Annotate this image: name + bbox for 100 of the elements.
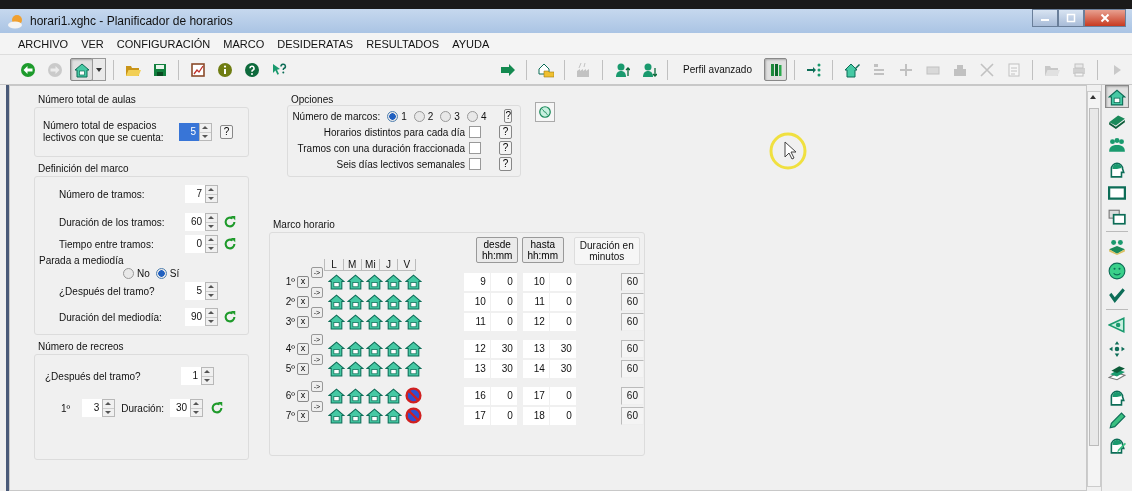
- hour-field[interactable]: 9: [462, 272, 490, 291]
- number-spinner[interactable]: 5: [185, 282, 218, 300]
- menu-item[interactable]: AYUDA: [452, 37, 490, 50]
- minute-field[interactable]: 30: [548, 339, 576, 358]
- clear-button[interactable]: x: [297, 342, 309, 355]
- hour-field[interactable]: 17: [521, 386, 549, 405]
- menu-item[interactable]: CONFIGURACIÓN: [116, 37, 211, 50]
- minute-field[interactable]: 0: [548, 292, 576, 311]
- menu-item[interactable]: MARCO: [223, 37, 265, 50]
- house-icon[interactable]: [346, 407, 364, 424]
- help-button[interactable]: ?: [504, 109, 512, 123]
- minute-field[interactable]: 0: [489, 406, 517, 425]
- house-icon[interactable]: [346, 293, 364, 310]
- dropdown-button[interactable]: [92, 58, 106, 81]
- checkbox[interactable]: [469, 142, 481, 154]
- house-icon[interactable]: [366, 387, 384, 404]
- close-button[interactable]: [1084, 9, 1126, 27]
- menu-item[interactable]: DESIDERATAS: [277, 37, 354, 50]
- globe-button[interactable]: [535, 102, 555, 122]
- house-icon[interactable]: [385, 273, 403, 290]
- minute-field[interactable]: 30: [489, 339, 517, 358]
- house-icon[interactable]: [366, 360, 384, 377]
- house-icon[interactable]: [346, 273, 364, 290]
- radio-option[interactable]: Sí: [155, 267, 180, 279]
- sidebar-button[interactable]: [1105, 85, 1129, 108]
- refresh-button[interactable]: [222, 214, 238, 230]
- clear-button[interactable]: x: [297, 275, 309, 288]
- checkbox[interactable]: [469, 126, 481, 138]
- hour-field[interactable]: 10: [521, 272, 549, 291]
- prohibited-icon[interactable]: [404, 387, 422, 404]
- minute-field[interactable]: 30: [489, 359, 517, 378]
- house-icon[interactable]: [385, 340, 403, 357]
- scrollbar[interactable]: [1087, 91, 1101, 487]
- maximize-button[interactable]: [1058, 9, 1084, 27]
- hour-field[interactable]: 11: [462, 312, 490, 331]
- minute-field[interactable]: 0: [489, 386, 517, 405]
- number-spinner[interactable]: 1: [181, 367, 214, 385]
- help-button[interactable]: ?: [499, 157, 512, 171]
- house-icon[interactable]: [404, 360, 422, 377]
- checkbox[interactable]: [469, 158, 481, 170]
- house-icon[interactable]: [404, 293, 422, 310]
- house-icon[interactable]: [327, 273, 345, 290]
- house-icon[interactable]: [327, 387, 345, 404]
- house-icon[interactable]: [385, 293, 403, 310]
- house-icon[interactable]: [346, 340, 364, 357]
- help-button[interactable]: ?: [220, 125, 233, 139]
- house-icon[interactable]: [346, 360, 364, 377]
- number-spinner[interactable]: 90: [185, 308, 218, 326]
- help-button[interactable]: ?: [499, 141, 512, 155]
- house-icon[interactable]: [404, 313, 422, 330]
- hour-field[interactable]: 13: [521, 339, 549, 358]
- hour-field[interactable]: 14: [521, 359, 549, 378]
- hour-field[interactable]: 17: [462, 406, 490, 425]
- house-icon[interactable]: [327, 313, 345, 330]
- minute-field[interactable]: 30: [548, 359, 576, 378]
- minute-field[interactable]: 0: [548, 312, 576, 331]
- hour-field[interactable]: 10: [462, 292, 490, 311]
- hour-field[interactable]: 12: [521, 312, 549, 331]
- house-icon[interactable]: [346, 313, 364, 330]
- minute-field[interactable]: 0: [548, 272, 576, 291]
- house-icon[interactable]: [404, 273, 422, 290]
- hour-field[interactable]: 12: [462, 339, 490, 358]
- number-spinner[interactable]: 60: [185, 213, 218, 231]
- hour-field[interactable]: 16: [462, 386, 490, 405]
- house-icon[interactable]: [327, 293, 345, 310]
- help-button[interactable]: ?: [499, 125, 512, 139]
- house-icon[interactable]: [327, 407, 345, 424]
- house-icon[interactable]: [385, 407, 403, 424]
- house-icon[interactable]: [385, 360, 403, 377]
- prohibited-icon[interactable]: [404, 407, 422, 424]
- column-header[interactable]: desde hh:mm: [476, 237, 518, 263]
- house-icon[interactable]: [404, 340, 422, 357]
- house-icon[interactable]: [385, 387, 403, 404]
- clear-button[interactable]: x: [297, 362, 309, 375]
- clear-button[interactable]: x: [297, 295, 309, 308]
- house-icon[interactable]: [366, 293, 384, 310]
- house-icon[interactable]: [366, 340, 384, 357]
- number-spinner[interactable]: 7: [185, 185, 218, 203]
- menu-item[interactable]: VER: [81, 37, 104, 50]
- hour-field[interactable]: 13: [462, 359, 490, 378]
- minute-field[interactable]: 0: [489, 292, 517, 311]
- house-icon[interactable]: [327, 360, 345, 377]
- minute-field[interactable]: 0: [548, 386, 576, 405]
- hour-field[interactable]: 11: [521, 292, 549, 311]
- minimize-button[interactable]: [1032, 9, 1058, 27]
- minute-field[interactable]: 0: [489, 312, 517, 331]
- toolbar-button[interactable]: [764, 58, 787, 81]
- refresh-button[interactable]: [222, 236, 238, 252]
- number-spinner[interactable]: 3: [82, 399, 116, 417]
- hour-field[interactable]: 18: [521, 406, 549, 425]
- menu-item[interactable]: RESULTADOS: [366, 37, 440, 50]
- house-icon[interactable]: [385, 313, 403, 330]
- house-icon[interactable]: [366, 273, 384, 290]
- house-icon[interactable]: [366, 313, 384, 330]
- number-spinner[interactable]: 30: [170, 399, 204, 417]
- house-icon[interactable]: [327, 340, 345, 357]
- clear-button[interactable]: x: [297, 315, 309, 328]
- house-icon[interactable]: [366, 407, 384, 424]
- clear-button[interactable]: x: [297, 409, 309, 422]
- house-icon[interactable]: [346, 387, 364, 404]
